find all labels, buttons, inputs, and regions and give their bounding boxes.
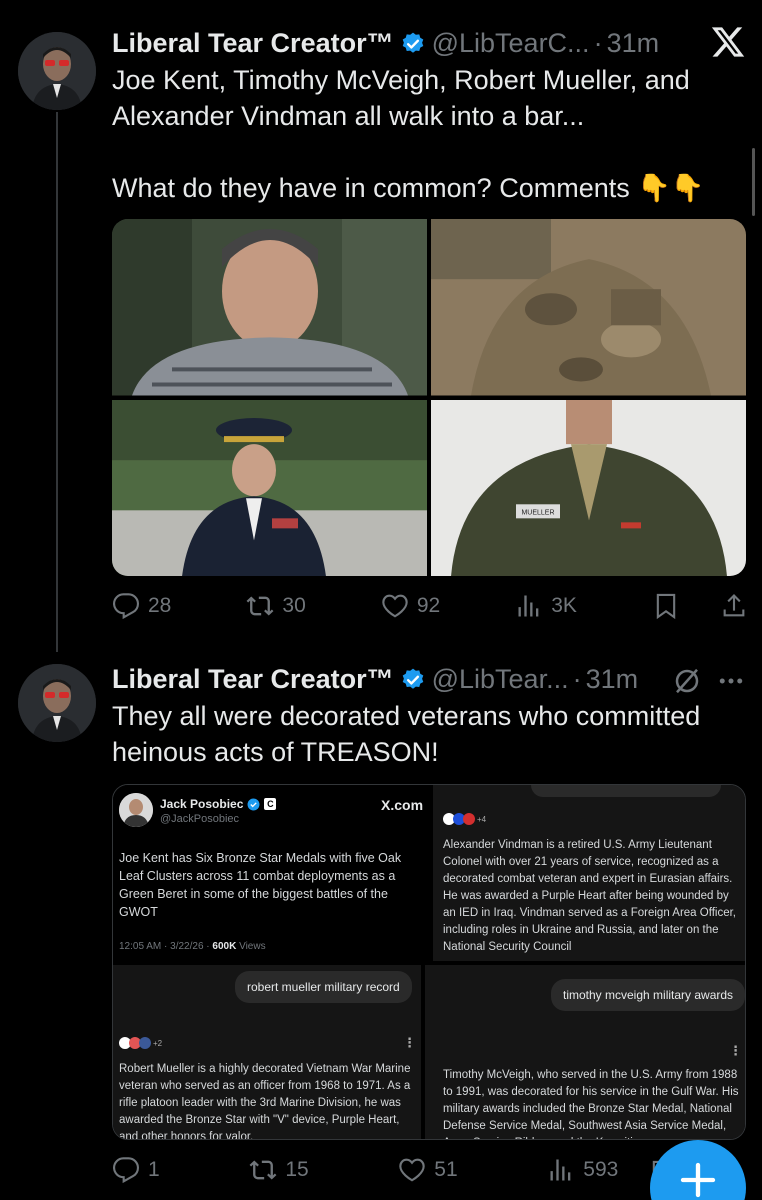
source-icon	[139, 1037, 151, 1049]
grok-icon[interactable]	[672, 666, 702, 696]
media-photo[interactable]: MUELLER	[431, 399, 746, 576]
embedded-author: Jack Posobiec C	[160, 797, 277, 811]
source-icon	[463, 813, 475, 825]
embedded-view-count: 600K	[212, 941, 237, 952]
like-button[interactable]: 51	[398, 1156, 458, 1184]
separator-dot: ·	[572, 664, 582, 694]
ai-answer-panel: timothy mcveigh military awards ⋮ Timoth…	[425, 965, 745, 1139]
like-count: 92	[416, 594, 441, 617]
more-options-icon[interactable]	[716, 666, 746, 696]
like-count: 51	[434, 1158, 458, 1181]
tweet-action-bar: 28 30 92 3K	[112, 586, 748, 626]
media-photo[interactable]	[431, 219, 746, 396]
tweet-text-line: They all were decorated veterans who com…	[112, 701, 708, 767]
site-label: X.com	[381, 797, 424, 813]
ai-answer-panel: robert mueller military record +2 ⋮ Robe…	[113, 965, 421, 1140]
embedded-author-name: Jack Posobiec	[160, 797, 244, 811]
bookmark-icon[interactable]	[652, 592, 680, 620]
photo-man-plaid-shirt	[112, 219, 427, 396]
heart-icon	[382, 594, 408, 618]
media-photo[interactable]	[112, 219, 427, 396]
reply-count: 1	[148, 1158, 160, 1181]
source-icons: +2	[119, 1037, 162, 1049]
name-tag-text: MUELLER	[521, 509, 554, 516]
share-icon[interactable]	[720, 592, 748, 620]
source-count: +4	[477, 814, 487, 824]
view-count: 593	[583, 1158, 619, 1181]
like-button[interactable]: 92	[381, 592, 440, 620]
attached-image-collage[interactable]: Jack Posobiec C @JackPosobiec X.com Joe …	[112, 784, 746, 1140]
photo-army-officer-dress-uniform	[112, 399, 427, 576]
reply-button[interactable]: 28	[112, 592, 171, 620]
reply-count: 28	[148, 594, 172, 617]
ai-answer-text: Timothy McVeigh, who served in the U.S. …	[443, 1069, 739, 1139]
author-handle[interactable]: @LibTearC...	[432, 28, 590, 59]
thread-connector-line	[56, 112, 58, 652]
query-chip: robert mueller military record	[235, 971, 412, 1003]
author-handle[interactable]: @LibTear...	[432, 664, 569, 695]
embedded-tweet-panel: Jack Posobiec C @JackPosobiec X.com Joe …	[113, 785, 429, 961]
embedded-tweet-time: 12:05 AM · 3/22/26 ·	[119, 941, 213, 952]
verified-badge-icon	[402, 668, 423, 689]
repost-count: 30	[282, 594, 306, 617]
embedded-author-handle: @JackPosobiec	[160, 813, 240, 825]
embedded-tweet-meta: 12:05 AM · 3/22/26 · 600K Views	[119, 941, 266, 952]
views-chart-icon	[550, 1159, 571, 1181]
scrollbar-thumb[interactable]	[752, 148, 755, 216]
timestamp[interactable]: 31m	[607, 28, 660, 59]
photo-soldier-desert-camo	[431, 219, 746, 396]
embedded-tweet-text: Joe Kent has Six Bronze Star Medals with…	[119, 851, 402, 919]
source-count: +2	[153, 1038, 163, 1048]
plus-icon	[680, 1162, 716, 1198]
media-photo[interactable]	[112, 399, 427, 576]
author-name[interactable]: Liberal Tear Creator™	[112, 664, 394, 695]
ai-answer-text: Robert Mueller is a highly decorated Vie…	[119, 1063, 411, 1140]
avatar[interactable]	[18, 32, 96, 110]
tweet-body: They all were decorated veterans who com…	[112, 698, 742, 770]
timestamp[interactable]: 31m	[586, 664, 639, 695]
views-button[interactable]: 593	[547, 1156, 618, 1184]
repost-icon	[249, 1160, 277, 1180]
view-count: 3K	[551, 594, 577, 617]
compose-button[interactable]	[650, 1140, 746, 1200]
separator-dot: ·	[593, 28, 603, 58]
source-icons: +4	[443, 813, 486, 825]
heart-icon	[399, 1158, 426, 1182]
more-options-icon[interactable]: ⋮	[729, 1043, 742, 1059]
tweet-text-line: What do they have in common? Comments 👇👇	[112, 173, 705, 203]
affiliate-badge-icon: C	[264, 798, 277, 810]
repost-button[interactable]: 15	[249, 1156, 309, 1184]
more-options-icon[interactable]: ⋮	[403, 1035, 416, 1051]
repost-button[interactable]: 30	[246, 592, 306, 620]
tweet-secondary-actions	[652, 592, 748, 620]
reply-icon	[112, 1157, 140, 1184]
media-grid: MUELLER	[112, 219, 746, 576]
tweet-body: Joe Kent, Timothy McVeigh, Robert Muelle…	[112, 62, 742, 206]
ai-answer-panel: +4 Alexander Vindman is a retired U.S. A…	[433, 785, 745, 961]
avatar-image	[18, 664, 96, 742]
verified-badge-icon	[247, 798, 260, 810]
tweet-header: Liberal Tear Creator™ @LibTear... · 31m	[112, 664, 638, 695]
verified-badge-icon	[402, 32, 423, 53]
tweet-header: Liberal Tear Creator™ @LibTearC... · 31m	[112, 28, 659, 59]
avatar[interactable]	[18, 664, 96, 742]
reply-button[interactable]: 1	[112, 1156, 160, 1184]
query-chip: timothy mcveigh military awards	[551, 979, 745, 1011]
views-button[interactable]: 3K	[515, 592, 577, 620]
tweet-text-line: Joe Kent, Timothy McVeigh, Robert Muelle…	[112, 65, 696, 131]
author-name[interactable]: Liberal Tear Creator™	[112, 28, 394, 59]
query-chip-cutoff	[531, 785, 721, 797]
avatar-image	[18, 32, 96, 110]
views-chart-icon	[518, 595, 539, 617]
ai-answer-text: Alexander Vindman is a retired U.S. Army…	[443, 839, 736, 953]
photo-marine-uniform-mueller: MUELLER	[431, 399, 746, 576]
repost-count: 15	[285, 1158, 309, 1181]
embedded-views-label: Views	[236, 941, 266, 952]
x-logo-icon[interactable]	[710, 24, 746, 60]
reply-icon	[112, 593, 140, 620]
embedded-avatar	[119, 793, 153, 827]
repost-icon	[246, 596, 274, 616]
